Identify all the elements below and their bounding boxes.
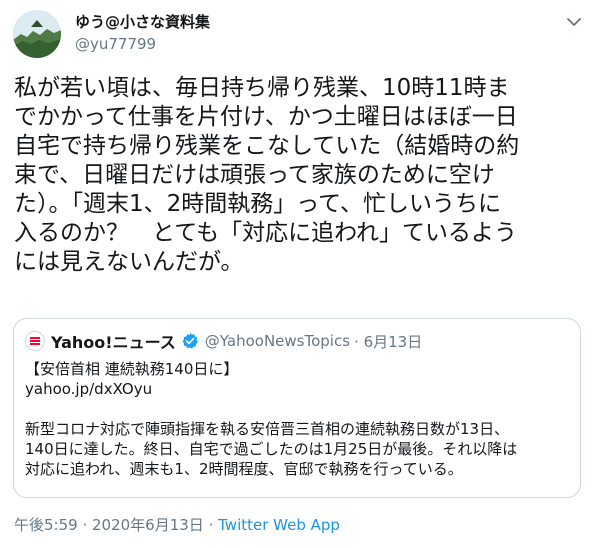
meta-separator: ·	[203, 516, 219, 534]
tweet-time[interactable]: 午後5:59	[14, 516, 78, 534]
verified-badge-icon	[181, 332, 199, 350]
tweet-metadata: 午後5:59 · 2020年6月13日 · Twitter Web App	[14, 514, 340, 535]
quoted-tweet-text: 【安倍首相 連続執務140日に】 yahoo.jp/dxXOyu 新型コロナ対応…	[25, 360, 518, 478]
chevron-down-icon[interactable]	[566, 14, 582, 30]
meta-separator: ·	[77, 516, 92, 534]
user-block: ゆう@小さな資料集 @yu77799	[75, 12, 210, 54]
tweet: ゆう@小さな資料集 @yu77799 私が若い頃は、毎日持ち帰り残業、10時11…	[0, 0, 596, 548]
user-handle[interactable]: @yu77799	[75, 34, 210, 54]
avatar[interactable]	[13, 10, 61, 58]
display-name[interactable]: ゆう@小さな資料集	[75, 12, 210, 32]
quoted-handle: @YahooNewsTopics	[204, 332, 351, 350]
quoted-tweet-header: Yahoo!ニュース @YahooNewsTopics · 6月13日	[25, 329, 422, 353]
source-app-link[interactable]: Twitter Web App	[218, 516, 340, 534]
yahoo-news-avatar	[25, 331, 45, 351]
tweet-date[interactable]: 2020年6月13日	[92, 516, 204, 534]
tweet-text: 私が若い頃は、毎日持ち帰り残業、10時11時ま でかかって仕事を片付け、かつ土曜…	[14, 75, 520, 275]
quoted-display-name: Yahoo!ニュース	[51, 333, 176, 352]
avatar-image	[13, 10, 61, 58]
quoted-date: · 6月13日	[354, 332, 423, 351]
quoted-tweet[interactable]: Yahoo!ニュース @YahooNewsTopics · 6月13日 【安倍首…	[13, 318, 581, 498]
